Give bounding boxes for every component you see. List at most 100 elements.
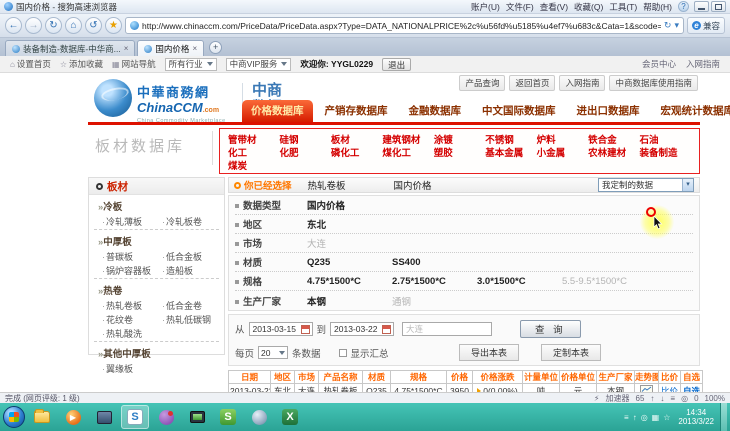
download-icon[interactable]: ↓ — [660, 394, 664, 403]
back-home-button[interactable]: 返回首页 — [509, 75, 555, 91]
group-label-medium-plate[interactable]: 中厚板 — [94, 232, 219, 250]
sidebar-item[interactable]: 花纹卷 — [102, 313, 162, 326]
filter-value[interactable]: 2.75*1500*C — [392, 276, 477, 287]
cat-link-coal[interactable]: 煤炭 — [228, 158, 279, 172]
cat-link-chemical[interactable]: 化工 — [228, 145, 279, 159]
filter-value[interactable]: 通钢 — [392, 294, 477, 308]
sidebar-item[interactable]: 低合金卷 — [162, 299, 219, 312]
sidebar-item[interactable]: 冷轧板卷 — [162, 215, 219, 228]
cat-link-silicon-steel[interactable]: 硅钢 — [279, 132, 330, 146]
date-to-input[interactable]: 2013-03-22 — [330, 322, 394, 336]
calendar-icon[interactable] — [382, 325, 391, 334]
cat-link-fertilizer[interactable]: 化肥 — [279, 145, 330, 159]
join-guide-button[interactable]: 入网指南 — [559, 75, 605, 91]
list-icon[interactable]: ≡ — [670, 394, 675, 403]
addr-dropdown-icon[interactable]: ▾ — [674, 20, 679, 31]
date-from-input[interactable]: 2013-03-15 — [249, 322, 313, 336]
cat-link-building-materials[interactable]: 农林建材 — [588, 145, 639, 159]
sidebar-item[interactable]: 翼缘板 — [102, 362, 162, 375]
filter-value[interactable]: 本钢 — [307, 294, 392, 308]
filter-value[interactable]: 4.75*1500*C — [307, 276, 392, 287]
taskbar-sogou-browser[interactable]: S — [121, 405, 149, 429]
refresh-icon[interactable]: ↻ — [45, 17, 62, 34]
set-home-link[interactable]: ⌂ 设置首页 — [10, 58, 51, 70]
taskbar-sogou-input[interactable]: S — [214, 405, 242, 429]
show-summary-checkbox[interactable] — [339, 349, 347, 357]
minimize-button[interactable] — [694, 1, 709, 12]
filter-value[interactable]: 3.0*1500*C — [477, 276, 562, 287]
sidebar-item[interactable]: 冷轧薄板 — [102, 215, 162, 228]
tray-grid-icon[interactable]: ▦ — [652, 413, 660, 422]
filter-value[interactable]: 大连 — [307, 236, 392, 250]
tab-domestic-price[interactable]: 国内价格 × — [137, 40, 204, 56]
sidebar-item[interactable]: 普碳板 — [102, 250, 162, 263]
tab-finance-db[interactable]: 金融数据库 — [400, 100, 471, 122]
per-page-select[interactable]: 20 — [258, 346, 288, 359]
member-center-link[interactable]: 会员中心 — [642, 58, 676, 70]
forward-icon[interactable]: → — [25, 17, 42, 34]
shield-count[interactable]: 0 — [694, 394, 698, 403]
my-dataset-select[interactable]: 我定制的数据 ▾ — [598, 178, 694, 192]
filter-value[interactable]: Q235 — [307, 257, 392, 268]
cat-link-construction-steel[interactable]: 建筑钢材 — [382, 132, 433, 146]
taskbar-media-player[interactable]: ▶ — [59, 405, 87, 429]
cat-link-equipment[interactable]: 装备制造 — [640, 145, 691, 159]
vip-service-select[interactable]: 中商VIP服务 — [226, 58, 292, 71]
tab-equipment-db[interactable]: 装备制造-数据库-中华商... × — [5, 40, 135, 56]
join-guide-link[interactable]: 入网指南 — [686, 58, 720, 70]
accelerator-label[interactable]: 加速器 — [606, 393, 630, 404]
filter-value[interactable]: 东北 — [307, 217, 392, 231]
menu-view[interactable]: 查看(V) — [540, 1, 568, 13]
export-table-button[interactable]: 导出本表 — [459, 344, 519, 361]
tray-up-icon[interactable]: ↑ — [633, 413, 637, 422]
menu-account[interactable]: 账户(U) — [471, 1, 500, 13]
help-icon[interactable]: ? — [678, 1, 689, 12]
group-label-cold-plate[interactable]: 冷板 — [94, 197, 219, 215]
filter-value[interactable]: 国内价格 — [307, 198, 392, 212]
zoom-level[interactable]: 100% — [705, 394, 725, 403]
addr-refresh-icon[interactable]: ↻ — [664, 20, 672, 31]
back-icon[interactable]: ← — [5, 17, 22, 34]
cat-link-minor-metals[interactable]: 小金属 — [537, 145, 588, 159]
taskbar-video-player[interactable] — [152, 405, 180, 429]
sidebar-item[interactable]: 热轧低碳钢 — [162, 313, 219, 326]
menu-favorites[interactable]: 收藏(Q) — [574, 1, 603, 13]
sidebar-item[interactable]: 热轧卷板 — [102, 299, 162, 312]
favorite-star-icon[interactable]: ★ — [105, 17, 122, 34]
query-button[interactable]: 查 询 — [520, 320, 581, 338]
group-label-other-plate[interactable]: 其他中厚板 — [94, 344, 219, 362]
taskbar-clock[interactable]: 14:34 2013/3/22 — [678, 408, 714, 426]
accelerator-icon[interactable]: ⚡ — [594, 394, 600, 403]
cat-link-ferroalloy[interactable]: 铁合金 — [588, 132, 639, 146]
sidebar-item[interactable]: 热轧酸洗 — [102, 327, 162, 340]
taskbar-excel[interactable]: X — [276, 405, 304, 429]
sidebar-item[interactable]: 锅炉容器板 — [102, 264, 162, 277]
tray-list-icon[interactable]: ≡ — [624, 413, 629, 422]
sidebar-item[interactable]: 造船板 — [162, 264, 219, 277]
tab-close-icon[interactable]: × — [192, 44, 197, 53]
tray-star-icon[interactable]: ☆ — [663, 413, 670, 422]
add-favorite-link[interactable]: ☆ 添加收藏 — [60, 58, 103, 70]
site-nav-link[interactable]: ▦ 网站导航 — [112, 58, 156, 70]
calendar-icon[interactable] — [301, 325, 310, 334]
tab-import-export-db[interactable]: 进出口数据库 — [568, 100, 649, 122]
new-tab-button[interactable]: + — [209, 41, 222, 54]
group-label-hot-coil[interactable]: 热卷 — [94, 281, 219, 299]
logout-button[interactable]: 退出 — [382, 58, 411, 71]
tab-macro-stats-db[interactable]: 宏观统计数据库 — [652, 100, 730, 122]
taskbar-screen-tool[interactable] — [183, 405, 211, 429]
taskbar-folder[interactable] — [28, 405, 56, 429]
url-text[interactable]: http://www.chinaccm.com/PriceData/PriceD… — [142, 21, 661, 31]
home-icon[interactable]: ⌂ — [65, 17, 82, 34]
tab-price-db[interactable]: 价格数据库 — [242, 100, 313, 122]
restore-button[interactable] — [711, 1, 726, 12]
market-keyword-input[interactable]: 大连 — [402, 322, 492, 336]
cat-link-furnace[interactable]: 炉料 — [537, 132, 588, 146]
cat-link-pipe-strip[interactable]: 管带材 — [228, 132, 279, 146]
start-button[interactable] — [3, 406, 25, 428]
menu-tools[interactable]: 工具(T) — [609, 1, 637, 13]
tab-supply-db[interactable]: 产销存数据库 — [316, 100, 397, 122]
menu-help[interactable]: 帮助(H) — [643, 1, 672, 13]
tab-intl-db[interactable]: 中文国际数据库 — [473, 100, 565, 122]
cat-link-plastics[interactable]: 塑胶 — [434, 145, 485, 159]
